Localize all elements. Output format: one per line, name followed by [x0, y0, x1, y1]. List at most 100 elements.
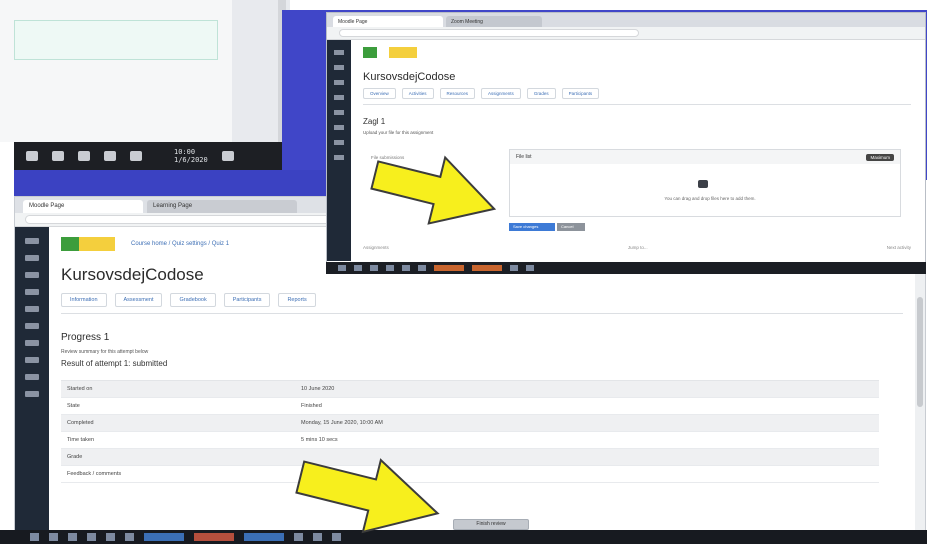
home-icon[interactable]	[334, 65, 344, 70]
taskbar-app-meeting[interactable]	[244, 533, 284, 541]
breadcrumb[interactable]: Course home / Quiz settings / Quiz 1	[131, 241, 229, 247]
grades-icon[interactable]	[334, 140, 344, 145]
grades-icon[interactable]	[25, 340, 39, 346]
explorer-icon[interactable]	[87, 533, 96, 541]
files-icon[interactable]	[334, 110, 344, 115]
back-sidebar	[15, 227, 49, 533]
front-browser-window: Moodle Page Zoom Meeting KursovsdejCodos…	[326, 12, 926, 274]
back-main-content: Course home / Quiz settings / Quiz 1 Kur…	[61, 233, 903, 533]
taskview-icon[interactable]	[370, 265, 378, 271]
section-subtext: Review summary for this attempt below	[61, 349, 149, 355]
scroll-thumb[interactable]	[917, 297, 923, 407]
search-icon[interactable]	[49, 533, 58, 541]
front-tab-active[interactable]: Moodle Page	[333, 16, 443, 27]
back-tab-second[interactable]: Learning Page	[147, 200, 297, 213]
section-title: Zagl 1	[363, 117, 386, 126]
dropzone-title: File list	[516, 154, 532, 160]
max-size-badge: Maximum	[866, 153, 894, 161]
yellow-arrow-top-icon	[370, 155, 497, 225]
table-row: State Finished	[61, 398, 879, 415]
store-icon[interactable]	[510, 265, 518, 271]
mic-icon[interactable]	[26, 151, 38, 161]
front-address-bar	[327, 27, 925, 40]
apps-icon[interactable]	[221, 151, 234, 161]
row-label: Started on	[67, 386, 93, 392]
dashboard-icon[interactable]	[334, 80, 344, 85]
outer-taskbar	[0, 530, 927, 544]
table-row: Started on 10 June 2020	[61, 381, 879, 398]
course-tab[interactable]: Activities	[401, 88, 434, 99]
menu-icon[interactable]	[25, 238, 39, 244]
menu-icon[interactable]	[334, 50, 344, 55]
dropzone-hint: You can drag and drop files here to add …	[664, 196, 756, 201]
messages-icon[interactable]	[334, 155, 344, 160]
video-icon[interactable]	[52, 151, 64, 161]
courses-icon[interactable]	[334, 125, 344, 130]
table-row: Time taken 5 mins 10 secs	[61, 432, 879, 449]
course-tab[interactable]: Assessment	[114, 293, 163, 307]
home-icon[interactable]	[25, 255, 39, 261]
messages-icon[interactable]	[25, 357, 39, 363]
section-subtext: Upload your file for this assignment	[363, 130, 434, 135]
taskbar-app-browser[interactable]	[144, 533, 184, 541]
front-url-input[interactable]	[339, 29, 639, 37]
course-tab[interactable]: Reports	[278, 293, 316, 307]
course-title: KursovsdejCodose	[363, 71, 456, 83]
next-activity-link[interactable]: Next activity	[887, 245, 911, 250]
chat-icon[interactable]	[526, 265, 534, 271]
course-tab[interactable]: Grades	[526, 88, 556, 99]
mail-icon[interactable]	[402, 265, 410, 271]
row-label: Completed	[67, 420, 94, 426]
calendar-icon[interactable]	[334, 95, 344, 100]
taskbar-app-meeting[interactable]	[472, 265, 502, 271]
table-row: Feedback / comments	[61, 466, 879, 483]
taskbar-app-browser[interactable]	[434, 265, 464, 271]
file-dropzone[interactable]: File list Maximum You can drag and drop …	[509, 149, 901, 217]
table-row: Completed Monday, 15 June 2020, 10:00 AM	[61, 415, 879, 432]
front-sidebar	[327, 40, 351, 261]
form-buttons: Save changes Cancel	[509, 223, 585, 231]
pen-icon[interactable]	[130, 151, 142, 161]
participants-icon[interactable]	[104, 151, 116, 161]
start-icon[interactable]	[30, 533, 39, 541]
front-tab-second[interactable]: Zoom Meeting	[446, 16, 542, 27]
finish-review-button[interactable]: Finish review	[453, 519, 529, 530]
course-tab[interactable]: Assignments	[481, 88, 521, 99]
course-tab[interactable]: Information	[61, 293, 107, 307]
course-tab[interactable]: Participants	[223, 293, 271, 307]
files-icon[interactable]	[25, 306, 39, 312]
yellow-arrow-bottom-icon	[295, 458, 440, 534]
inner-taskbar	[326, 262, 926, 274]
taskbar-app-powerpoint[interactable]	[194, 533, 234, 541]
site-logo[interactable]	[61, 237, 115, 251]
front-tab-bar: Moodle Page Zoom Meeting	[327, 13, 925, 27]
back-tab-active[interactable]: Moodle Page	[23, 200, 143, 213]
word-icon[interactable]	[418, 265, 426, 271]
jump-to-select[interactable]: Jump to...	[628, 245, 648, 250]
calendar-icon[interactable]	[25, 289, 39, 295]
summary-table: Started on 10 June 2020 State Finished Com…	[61, 380, 879, 483]
course-tab[interactable]: Gradebook	[170, 293, 216, 307]
settings-icon[interactable]	[25, 374, 39, 380]
attempt-state: Result of attempt 1: submitted	[61, 359, 168, 368]
front-header	[363, 43, 911, 61]
prev-activity-link[interactable]: Assignments	[363, 245, 389, 250]
share-icon[interactable]	[78, 151, 90, 161]
course-nav-tabs: Information Assessment Gradebook Partici…	[61, 293, 903, 314]
dashboard-icon[interactable]	[25, 272, 39, 278]
cancel-button[interactable]: Cancel	[557, 223, 585, 231]
start-icon[interactable]	[338, 265, 346, 271]
word-icon[interactable]	[125, 533, 134, 541]
site-logo[interactable]	[363, 46, 377, 58]
users-icon[interactable]	[25, 391, 39, 397]
course-tab[interactable]: Overview	[363, 88, 396, 99]
courses-icon[interactable]	[25, 323, 39, 329]
explorer-icon[interactable]	[386, 265, 394, 271]
course-tab[interactable]: Participants	[561, 88, 600, 99]
mail-icon[interactable]	[106, 533, 115, 541]
save-changes-button[interactable]: Save changes	[509, 223, 555, 231]
meeting-date: 1/6/2020	[174, 156, 208, 164]
search-icon[interactable]	[354, 265, 362, 271]
course-tab[interactable]: Resources	[439, 88, 476, 99]
taskview-icon[interactable]	[68, 533, 77, 541]
